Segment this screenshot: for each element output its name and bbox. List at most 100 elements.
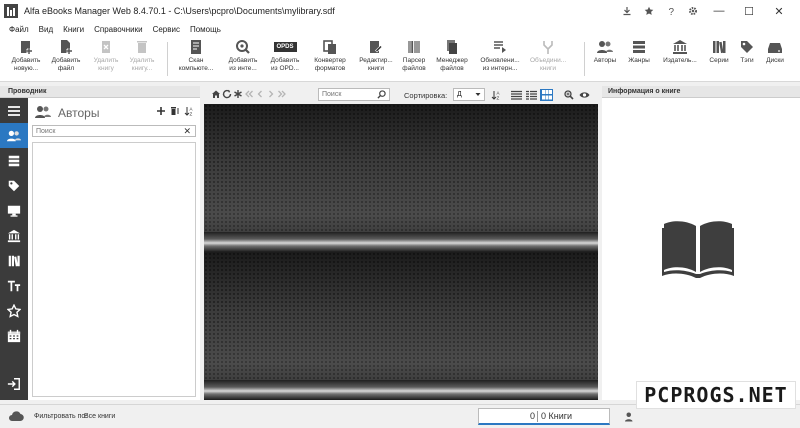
refresh-icon[interactable]	[221, 89, 232, 102]
filter-label: Фильтровать по:	[34, 413, 88, 420]
add-from-internet-button[interactable]: Добавить из инте...	[225, 39, 261, 79]
add-book-icon	[17, 39, 35, 55]
edit-book-icon	[367, 39, 385, 55]
svg-text:Z: Z	[497, 96, 500, 101]
authors-search-field[interactable]: ✕	[32, 125, 196, 137]
rail-login-icon[interactable]	[0, 371, 28, 396]
delete-books-button[interactable]: Удалить книгу...	[124, 39, 160, 79]
add-file-button[interactable]: Добавить файл	[48, 39, 84, 79]
authors-button[interactable]: Авторы	[589, 39, 621, 79]
search-icon[interactable]	[377, 90, 386, 101]
book-count: 0	[529, 411, 535, 421]
status-authors-icon[interactable]	[624, 411, 638, 425]
hamburger-menu-icon[interactable]	[0, 98, 28, 123]
scan-button[interactable]: Скан компьюте...	[178, 39, 214, 79]
close-button[interactable]: ✕	[764, 0, 794, 22]
star-icon[interactable]	[638, 0, 660, 22]
disks-button[interactable]: Диски	[760, 39, 790, 79]
search-globe-icon	[234, 39, 252, 55]
menu-view[interactable]: Вид	[34, 25, 58, 34]
table-view-icon[interactable]	[525, 89, 538, 101]
filter-value[interactable]: Все книги	[84, 413, 115, 420]
tag-icon	[738, 39, 756, 55]
authors-search-input[interactable]	[33, 126, 173, 137]
delete-author-icon[interactable]	[170, 106, 180, 119]
watermark: PCPROGS.NET	[636, 381, 796, 409]
converter-button[interactable]: Конвертер форматов	[312, 39, 348, 79]
rail-text-size-icon[interactable]	[0, 273, 28, 298]
add-from-opds-button[interactable]: OPDS Добавить из OPD...	[267, 39, 303, 79]
authors-list[interactable]	[32, 142, 196, 397]
rail-publishers-icon[interactable]	[0, 223, 28, 248]
menu-bar: Файл Вид Книги Справочники Сервис Помощь	[0, 22, 800, 36]
sort-direction-icon[interactable]: AZ	[491, 89, 501, 103]
next-page-icon[interactable]	[265, 89, 276, 102]
help-icon[interactable]: ?	[660, 0, 682, 22]
delete-book-icon	[97, 39, 115, 55]
book-info-header: Информация о книге	[602, 86, 800, 98]
minimize-button[interactable]: —	[704, 0, 734, 22]
update-list-icon	[491, 39, 509, 55]
home-icon[interactable]	[210, 89, 221, 102]
open-book-icon	[660, 218, 736, 282]
menu-help[interactable]: Помощь	[185, 25, 226, 34]
rail-series-icon[interactable]	[0, 248, 28, 273]
gear-icon[interactable]	[682, 0, 704, 22]
authors-section-header: Авторы	[34, 104, 99, 122]
toolbar-separator	[584, 42, 585, 76]
library-search-input[interactable]	[319, 89, 377, 100]
add-new-button[interactable]: Добавить новую...	[8, 39, 44, 79]
sort-value: Д	[457, 91, 462, 98]
tags-button[interactable]: Тэги	[733, 39, 761, 79]
add-author-icon[interactable]	[156, 106, 166, 119]
series-button[interactable]: Серии	[704, 39, 734, 79]
prev-page-icon[interactable]	[254, 89, 265, 102]
disk-drive-icon	[766, 39, 784, 55]
publishers-button[interactable]: Издатель...	[660, 39, 700, 79]
library-search-field[interactable]	[318, 88, 390, 101]
svg-text:Z: Z	[190, 112, 193, 117]
delete-book-button[interactable]: Удалить книгу	[88, 39, 124, 79]
book-editor-button[interactable]: Редактир... книги	[358, 39, 394, 79]
shelf-row	[204, 252, 598, 400]
scan-computer-icon	[187, 39, 205, 55]
last-page-icon[interactable]	[276, 89, 287, 102]
sort-az-icon[interactable]: AZ	[184, 106, 194, 119]
maximize-button[interactable]: ☐	[734, 0, 764, 22]
merge-books-button[interactable]: Объедини... книги	[530, 39, 566, 79]
asterisk-icon[interactable]	[232, 89, 243, 102]
menu-service[interactable]: Сервис	[148, 25, 185, 34]
clear-search-icon[interactable]: ✕	[183, 126, 191, 137]
rail-tags-icon[interactable]	[0, 173, 28, 198]
update-from-internet-button[interactable]: Обновлени... из интерн...	[480, 39, 520, 79]
merge-icon	[539, 39, 557, 55]
bookshelf-view[interactable]	[204, 104, 598, 400]
authors-title: Авторы	[58, 106, 100, 120]
menu-books[interactable]: Книги	[58, 25, 89, 34]
file-manager-button[interactable]: Менеджер файлов	[434, 39, 470, 79]
explorer-panel: Авторы AZ ✕	[28, 98, 200, 400]
toolbar-separator	[167, 42, 168, 76]
rail-calendar-icon[interactable]	[0, 323, 28, 348]
menu-file[interactable]: Файл	[4, 25, 34, 34]
genres-button[interactable]: Жанры	[623, 39, 655, 79]
window-title: Alfa eBooks Manager Web 8.4.70.1 - C:\Us…	[24, 6, 335, 16]
rail-monitor-icon[interactable]	[0, 198, 28, 223]
rail-authors-icon[interactable]	[0, 123, 28, 148]
eye-icon[interactable]	[579, 90, 590, 102]
file-parser-button[interactable]: Парсер файлов	[396, 39, 432, 79]
menu-references[interactable]: Справочники	[89, 25, 147, 34]
cloud-icon[interactable]	[8, 411, 24, 424]
zoom-icon[interactable]	[564, 90, 574, 102]
sort-select[interactable]: Д	[453, 88, 485, 101]
first-page-icon[interactable]	[243, 89, 254, 102]
list-view-icon[interactable]	[510, 89, 523, 101]
app-logo-icon	[4, 4, 18, 18]
rail-genres-icon[interactable]	[0, 148, 28, 173]
chevron-down-icon	[475, 89, 481, 103]
genres-icon	[630, 39, 648, 55]
delete-trash-icon	[133, 39, 151, 55]
grid-view-icon[interactable]	[540, 89, 553, 101]
rail-star-icon[interactable]	[0, 298, 28, 323]
download-icon[interactable]	[616, 0, 638, 22]
